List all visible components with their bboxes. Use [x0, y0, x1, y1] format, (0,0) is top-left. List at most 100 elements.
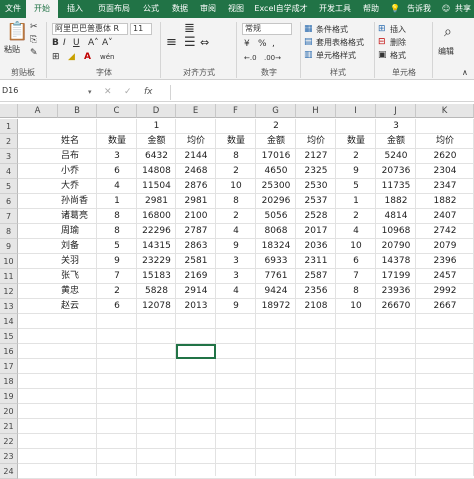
underline-button[interactable]: U [73, 38, 80, 48]
column-header[interactable]: G [256, 104, 296, 118]
data-cell[interactable]: 3 [97, 149, 137, 164]
header-cell[interactable]: 数量 [97, 134, 137, 149]
row-header[interactable]: 20 [0, 404, 18, 419]
italic-button[interactable]: I [63, 38, 66, 48]
data-cell[interactable]: 2742 [416, 224, 474, 239]
data-cell[interactable]: 2863 [176, 239, 216, 254]
border-icon[interactable]: ⊞ [52, 52, 60, 62]
row-header[interactable]: 19 [0, 389, 18, 404]
align-icon[interactable]: ≡ [166, 36, 177, 49]
row-header[interactable]: 3 [0, 149, 18, 164]
tab-developer[interactable]: 开发工具 [313, 0, 357, 18]
tab-home[interactable]: 开始 [26, 0, 58, 18]
data-cell[interactable]: 2079 [416, 239, 474, 254]
data-cell[interactable]: 关羽 [58, 254, 97, 269]
tab-insert[interactable]: 插入 [60, 0, 90, 18]
fill-color-icon[interactable]: ◢ [68, 52, 75, 62]
data-cell[interactable]: 5240 [376, 149, 416, 164]
increase-font-icon[interactable]: A˄ [88, 38, 99, 48]
tab-review[interactable]: 审阅 [194, 0, 222, 18]
data-cell[interactable]: 6933 [256, 254, 296, 269]
row-header[interactable]: 24 [0, 464, 18, 479]
header-cell[interactable]: 均价 [176, 134, 216, 149]
share-button[interactable]: 共享 [452, 0, 474, 18]
row-header[interactable]: 7 [0, 209, 18, 224]
indent-icon[interactable]: ☰ [184, 36, 196, 49]
row-header[interactable]: 16 [0, 344, 18, 359]
data-cell[interactable]: 7761 [256, 269, 296, 284]
data-cell[interactable]: 23936 [376, 284, 416, 299]
column-header[interactable]: A [18, 104, 58, 118]
data-cell[interactable]: 11504 [137, 179, 176, 194]
decrease-font-icon[interactable]: A˅ [102, 38, 113, 48]
row-header[interactable]: 13 [0, 299, 18, 314]
comma-button[interactable]: , [272, 39, 275, 49]
data-cell[interactable]: 23229 [137, 254, 176, 269]
cancel-icon[interactable]: ✕ [104, 87, 112, 97]
column-header[interactable]: I [336, 104, 376, 118]
row-header[interactable]: 11 [0, 269, 18, 284]
conditional-format-button[interactable]: 条件格式 [316, 24, 348, 35]
data-cell[interactable]: 18972 [256, 299, 296, 314]
column-header[interactable]: D [137, 104, 176, 118]
row-header[interactable]: 10 [0, 254, 18, 269]
data-cell[interactable]: 26670 [376, 299, 416, 314]
align-center-icon[interactable]: ≣ [184, 22, 195, 35]
phonetic-button[interactable]: wén [100, 52, 114, 62]
data-cell[interactable]: 4 [216, 224, 256, 239]
name-box[interactable]: D16 [0, 86, 96, 99]
data-cell[interactable]: 2347 [416, 179, 474, 194]
data-cell[interactable]: 22296 [137, 224, 176, 239]
group-number-cell[interactable]: 2 [256, 119, 296, 134]
select-all-corner[interactable] [0, 104, 18, 118]
data-cell[interactable]: 20736 [376, 164, 416, 179]
data-cell[interactable]: 8 [97, 209, 137, 224]
paste-icon[interactable]: 📋 [6, 22, 28, 42]
data-cell[interactable]: 20790 [376, 239, 416, 254]
data-cell[interactable]: 2127 [296, 149, 336, 164]
row-header[interactable]: 23 [0, 449, 18, 464]
data-cell[interactable]: 2787 [176, 224, 216, 239]
row-header[interactable]: 2 [0, 134, 18, 149]
column-header[interactable]: J [376, 104, 416, 118]
percent-button[interactable]: % [258, 39, 267, 49]
data-cell[interactable]: 2914 [176, 284, 216, 299]
data-cell[interactable]: 2537 [296, 194, 336, 209]
cut-icon[interactable]: ✂ [30, 22, 38, 32]
row-header[interactable]: 5 [0, 179, 18, 194]
delete-cells-button[interactable]: 删除 [390, 37, 406, 48]
table-format-button[interactable]: 套用表格格式 [316, 37, 364, 48]
data-cell[interactable]: 8068 [256, 224, 296, 239]
data-cell[interactable]: 1882 [416, 194, 474, 209]
row-header[interactable]: 6 [0, 194, 18, 209]
row-header[interactable]: 22 [0, 434, 18, 449]
data-cell[interactable]: 2 [216, 164, 256, 179]
data-cell[interactable]: 小乔 [58, 164, 97, 179]
row-header[interactable]: 21 [0, 419, 18, 434]
header-cell[interactable]: 均价 [416, 134, 474, 149]
data-cell[interactable]: 6 [336, 254, 376, 269]
data-cell[interactable]: 黄忠 [58, 284, 97, 299]
bold-button[interactable]: B [52, 38, 59, 48]
tab-page-layout[interactable]: 页面布局 [92, 0, 136, 18]
data-cell[interactable]: 9424 [256, 284, 296, 299]
data-cell[interactable]: 吕布 [58, 149, 97, 164]
data-cell[interactable]: 4 [216, 284, 256, 299]
tell-me-search[interactable]: 告诉我 [402, 0, 436, 18]
header-cell[interactable]: 姓名 [58, 134, 97, 149]
data-cell[interactable]: 5 [97, 239, 137, 254]
data-cell[interactable]: 20296 [256, 194, 296, 209]
data-cell[interactable]: 2169 [176, 269, 216, 284]
data-cell[interactable]: 赵云 [58, 299, 97, 314]
data-cell[interactable]: 14808 [137, 164, 176, 179]
font-size-select[interactable]: 11 [130, 23, 152, 35]
data-cell[interactable]: 4650 [256, 164, 296, 179]
group-number-cell[interactable]: 3 [376, 119, 416, 134]
data-cell[interactable]: 2667 [416, 299, 474, 314]
data-cell[interactable]: 4 [336, 224, 376, 239]
insert-cells-button[interactable]: 插入 [390, 24, 406, 35]
data-cell[interactable]: 2144 [176, 149, 216, 164]
data-cell[interactable]: 2528 [296, 209, 336, 224]
data-cell[interactable]: 1 [336, 194, 376, 209]
data-cell[interactable]: 10 [336, 239, 376, 254]
